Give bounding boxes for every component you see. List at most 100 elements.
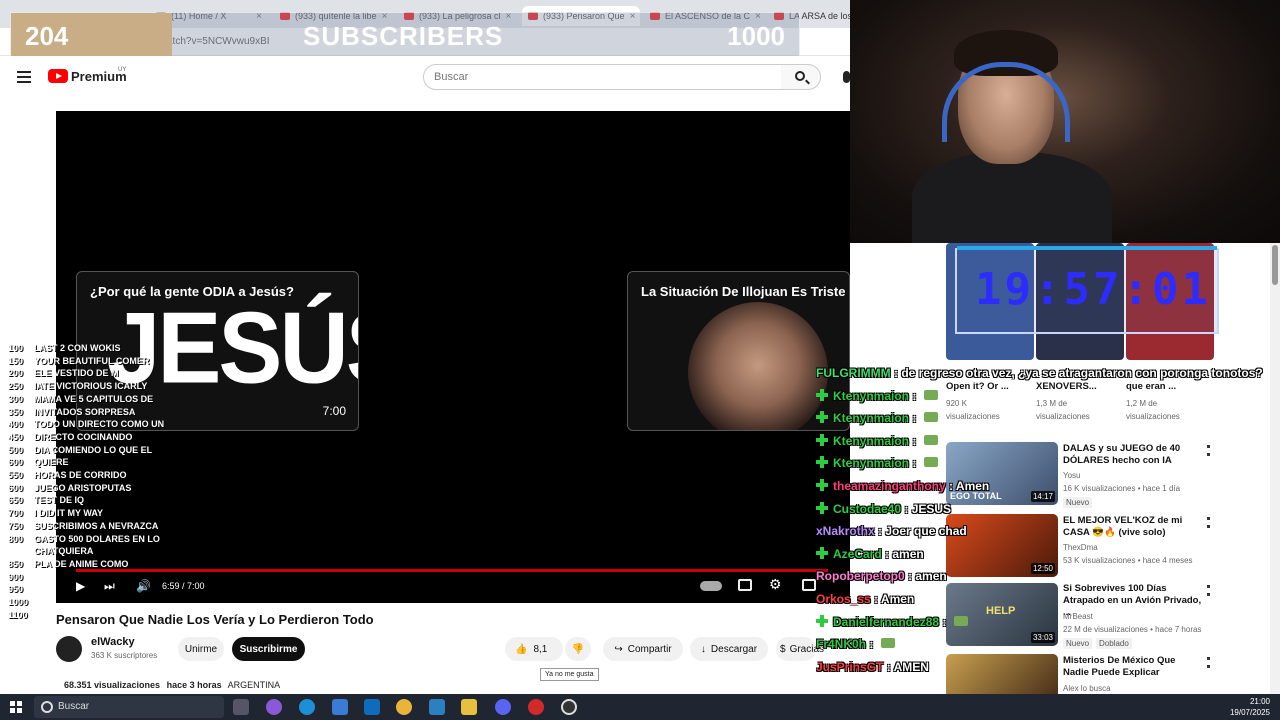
chat-badge-icon — [816, 388, 828, 401]
chat-text: Amen — [955, 479, 990, 493]
chat-message: Danielfernandez88 : — [816, 614, 968, 629]
goal-text: ELE VESTIDO DE M — [34, 368, 119, 379]
donation-goal-item: 400 TODO UN DIRECTO COMO UN — [8, 418, 198, 431]
goal-amount: 600 — [8, 482, 24, 493]
edge-icon[interactable] — [299, 699, 315, 715]
goal-amount: 950 — [8, 584, 24, 595]
chat-separator: : — [881, 546, 893, 561]
chat-text: de regreso otra vez, ¿ya se atragantaron… — [901, 366, 1263, 380]
outlook-icon[interactable] — [364, 699, 380, 715]
donation-goal-item: 550 HORAS DE CORRIDO — [8, 469, 198, 482]
donation-goal-item: 900 — [8, 571, 198, 584]
search-icon — [795, 71, 805, 81]
chat-message: AzeCard : amen — [816, 546, 924, 561]
download-icon: ↓ — [700, 643, 706, 655]
miniplayer-icon[interactable] — [802, 579, 816, 591]
streamer-webcam — [850, 0, 1280, 243]
goal-text: LAST 2 CON WOKIS — [34, 343, 121, 353]
microphone-icon[interactable] — [843, 71, 850, 83]
like-button[interactable]: 👍 8,1 — [505, 637, 563, 661]
youtube-logo-icon[interactable] — [48, 69, 68, 83]
chrome-icon[interactable] — [396, 699, 412, 715]
donation-goal-item: 450 DIRECTO COCINANDO — [8, 431, 198, 444]
chat-username: JusPrinsGT — [816, 659, 884, 674]
obs-icon[interactable] — [561, 699, 577, 715]
goal-amount: 550 — [8, 470, 24, 481]
hamburger-menu-icon[interactable] — [17, 71, 31, 83]
chat-badge-icon — [816, 546, 828, 559]
chat-message: JusPrinsGT : AMEN — [816, 660, 929, 674]
windows-taskbar: Buscar 21:00 19/07/2025 — [0, 694, 1280, 720]
subtitles-icon[interactable] — [738, 579, 752, 591]
chat-separator: : — [874, 524, 886, 539]
video-country: ARGENTINA — [227, 680, 281, 690]
chat-badge-icon — [816, 479, 828, 491]
windows-start-icon[interactable] — [10, 701, 22, 713]
chat-username: Danielfernandez88 — [833, 614, 940, 629]
chat-separator: : — [909, 411, 920, 426]
settings-gear-icon[interactable]: ⚙ — [769, 576, 782, 593]
chat-emote-icon — [880, 638, 895, 649]
chat-username: Fr4NK0h — [816, 637, 867, 652]
dislike-tooltip: Ya no me gusta — [540, 668, 599, 681]
youtube-header: Premium UY Buscar — [0, 56, 850, 100]
goal-amount: 850 — [8, 558, 24, 569]
goal-amount: 200 — [8, 368, 24, 379]
chat-overlay: FULGRIMMM : de regreso otra vez, ¿ya se … — [816, 362, 1280, 694]
goal-amount: 900 — [8, 571, 24, 582]
thanks-button[interactable]: $ Gracias — [776, 637, 824, 661]
subscribe-button[interactable]: Suscribirme — [232, 637, 305, 661]
task-view-icon[interactable] — [233, 699, 249, 715]
donation-goal-item: 650 TEST DE IQ — [8, 494, 198, 507]
chat-message: Ktenynmaion : — [816, 411, 938, 425]
chat-message: Ktenynmaion : — [816, 388, 938, 403]
goal-amount: 400 — [8, 419, 24, 430]
goal-amount: 250 — [8, 381, 24, 392]
donation-goal-item: 150 YOUR BEAUTIFUL COMER — [8, 355, 198, 368]
scrollbar-thumb[interactable] — [1272, 245, 1278, 285]
chat-message: Ropoberpetop0 : amen — [816, 569, 947, 583]
chat-username: Ktenynmaion — [833, 411, 910, 426]
chat-separator: : — [909, 456, 920, 471]
goal-text: TODO UN DIRECTO COMO UN — [34, 419, 165, 430]
opera-icon[interactable] — [528, 699, 544, 715]
goal-amount: 600 — [8, 457, 24, 468]
donation-goal-item: 1100 — [8, 609, 198, 622]
share-label: Compartir — [627, 643, 672, 655]
donation-goal-item: 500 DIA COMIENDO LO QUE EL — [8, 444, 198, 457]
store-icon[interactable] — [332, 699, 348, 715]
chat-separator: : — [909, 433, 920, 448]
goal-amount: 1100 — [8, 609, 28, 620]
copilot-icon[interactable] — [266, 699, 282, 715]
file-explorer-icon[interactable] — [461, 699, 477, 715]
chat-text: amen — [892, 546, 924, 561]
endcard-thumbnail — [688, 302, 828, 430]
autoplay-toggle-icon[interactable] — [700, 581, 722, 591]
chat-username: AzeCard — [833, 546, 882, 561]
timer-bar — [957, 246, 1217, 250]
subscriber-goal: 1000 — [727, 21, 785, 51]
donation-goal-item: CHATQUIERA — [8, 545, 198, 558]
chat-username: Ktenynmaion — [833, 456, 910, 471]
goal-text: GASTO 500 DOLARES EN LO — [34, 533, 160, 544]
share-button[interactable]: ↪ Compartir — [603, 637, 683, 661]
chat-text: AMEN — [893, 659, 929, 674]
taskbar-search[interactable]: Buscar — [34, 696, 224, 718]
search-button[interactable] — [781, 64, 821, 90]
vscode-icon[interactable] — [429, 699, 445, 715]
dislike-button[interactable]: 👎 — [565, 637, 591, 661]
goal-text: IATE VICTORIOUS ICARLY — [34, 381, 148, 392]
chat-badge-icon — [816, 456, 828, 469]
discord-icon[interactable] — [495, 699, 511, 715]
goal-text: DIA COMIENDO LO QUE EL — [34, 444, 153, 455]
chat-separator: : — [901, 501, 912, 516]
subscriber-goal-overlay: 204 SUBSCRIBERS 1000 — [10, 12, 800, 58]
search-input[interactable]: Buscar — [423, 64, 782, 90]
goal-amount: 650 — [8, 495, 24, 506]
donation-goal-item: 1000 — [8, 596, 198, 609]
goal-amount: 450 — [8, 431, 24, 442]
chat-separator: : — [883, 659, 894, 674]
endcard-title: ¿Por qué la gente ODIA a Jesús? — [90, 284, 294, 299]
thumbs-up-icon: 👍 — [515, 643, 528, 655]
download-button[interactable]: ↓ Descargar — [690, 637, 768, 661]
